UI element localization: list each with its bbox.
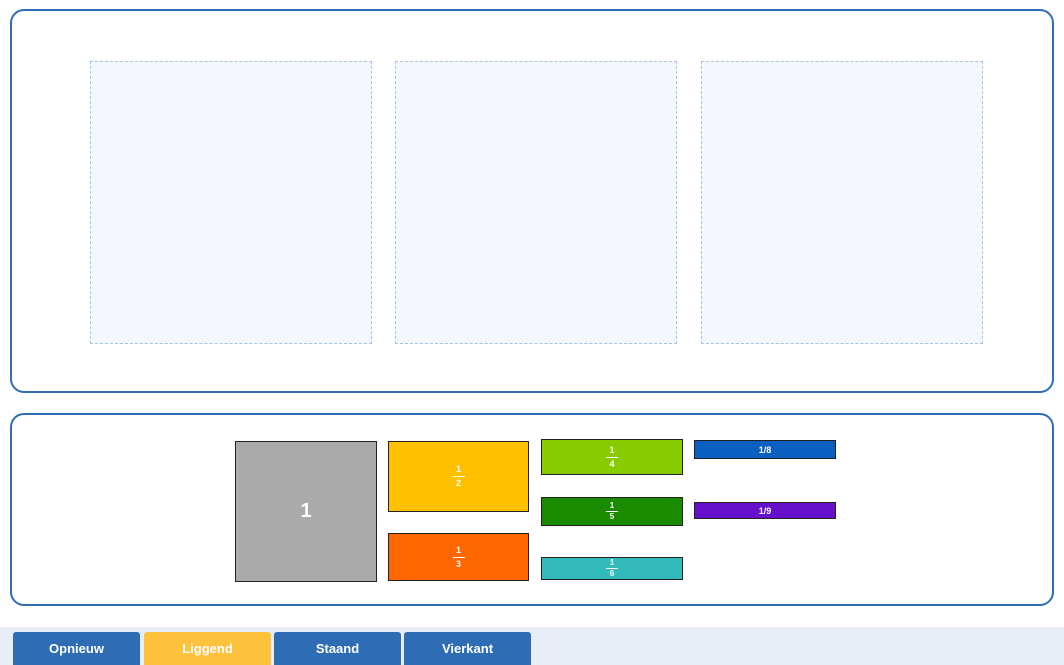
fraction-half: 1 2 — [452, 464, 465, 488]
drop-zone-1[interactable] — [90, 61, 372, 344]
portrait-button[interactable]: Staand — [274, 632, 401, 665]
numerator: 1 — [455, 544, 461, 555]
tile-eighth[interactable]: 1/8 — [694, 440, 836, 459]
tile-sixth[interactable]: 1 6 — [541, 557, 683, 580]
drop-zone-2[interactable] — [395, 61, 677, 344]
reset-button[interactable]: Opnieuw — [13, 632, 140, 665]
tile-whole-label: 1 — [300, 500, 312, 522]
tile-eighth-label: 1/8 — [758, 444, 772, 455]
fraction-third: 1 3 — [452, 544, 465, 569]
fraction-quarter: 1 4 — [606, 444, 618, 469]
tile-quarter[interactable]: 1 4 — [541, 439, 683, 475]
numerator: 1 — [455, 464, 461, 474]
tile-ninth-label: 1/9 — [758, 505, 772, 516]
numerator: 1 — [609, 501, 615, 510]
denominator: 5 — [609, 512, 615, 521]
denominator: 3 — [455, 558, 461, 569]
fraction-bar — [452, 476, 465, 477]
fraction-fifth: 1 5 — [606, 502, 618, 521]
tile-third[interactable]: 1 3 — [388, 533, 529, 581]
drop-zone-3[interactable] — [701, 61, 983, 344]
numerator: 1 — [609, 444, 615, 455]
denominator: 6 — [609, 569, 615, 578]
landscape-button[interactable]: Liggend — [144, 632, 271, 665]
fraction-tray: 1 1 2 1 3 1 4 1 5 1 6 1/8 1/9 — [10, 413, 1054, 606]
tile-half[interactable]: 1 2 — [388, 441, 529, 512]
fraction-bar — [452, 556, 465, 558]
denominator: 2 — [455, 478, 461, 488]
workspace-panel — [10, 9, 1054, 393]
fraction-sixth: 1 6 — [606, 559, 618, 578]
tile-fifth[interactable]: 1 5 — [541, 497, 683, 526]
toolbar: Opnieuw Liggend Staand Vierkant — [0, 627, 1064, 665]
fraction-bar — [606, 456, 618, 458]
tile-ninth[interactable]: 1/9 — [694, 502, 836, 519]
tile-whole[interactable]: 1 — [235, 441, 377, 582]
numerator: 1 — [609, 558, 615, 567]
denominator: 4 — [609, 458, 615, 469]
square-button[interactable]: Vierkant — [404, 632, 531, 665]
